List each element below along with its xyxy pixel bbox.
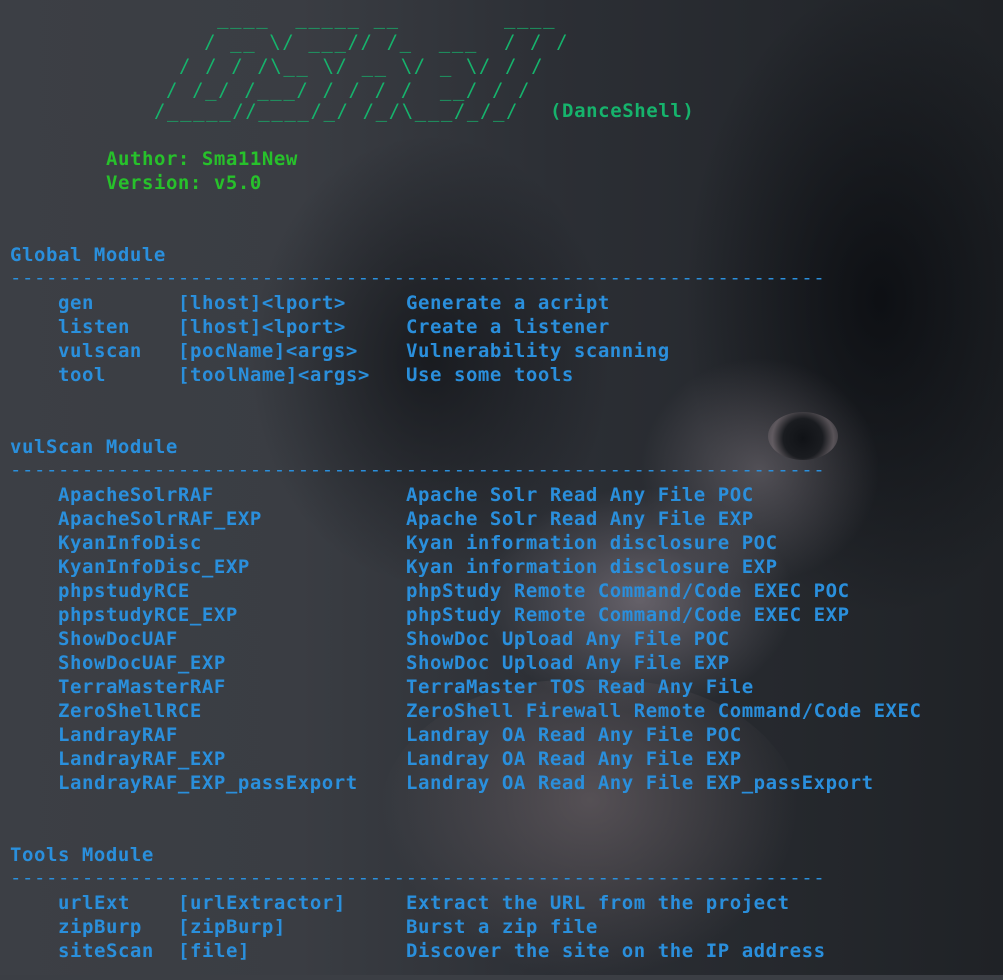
- global-args: [lhost]<lport>: [178, 316, 346, 338]
- tools-cmd: siteScan: [58, 940, 154, 962]
- vulscan-poc-desc: Landray OA Read Any File EXP_passExport: [406, 772, 874, 794]
- vulscan-poc-desc: phpStudy Remote Command/Code EXEC EXP: [406, 604, 850, 626]
- vulscan-poc-name: KyanInfoDisc_EXP: [58, 556, 250, 578]
- vulscan-module-title: vulScan Module: [10, 436, 178, 458]
- global-args: [pocName]<args>: [178, 340, 358, 362]
- global-module-separator: ----------------------------------------…: [10, 267, 826, 289]
- vulscan-poc-desc: TerraMaster TOS Read Any File: [406, 676, 754, 698]
- tools-cmd: zipBurp: [58, 916, 142, 938]
- vulscan-poc-name: TerraMasterRAF: [58, 676, 226, 698]
- tools-desc: Discover the site on the IP address: [406, 940, 826, 962]
- tools-args: [urlExtractor]: [178, 892, 346, 914]
- background-eye: [768, 412, 838, 460]
- global-args: [toolName]<args>: [178, 364, 370, 386]
- tools-desc: Burst a zip file: [406, 916, 598, 938]
- vulscan-poc-desc: ShowDoc Upload Any File POC: [406, 628, 730, 650]
- tools-cmd: urlExt: [58, 892, 130, 914]
- vulscan-poc-desc: phpStudy Remote Command/Code EXEC POC: [406, 580, 850, 602]
- vulscan-poc-desc: Apache Solr Read Any File POC: [406, 484, 754, 506]
- banner-line: / __ \/ ___// /_ ___ / / /: [178, 31, 570, 53]
- banner-line: /_____//____/_/ /_/\___/_/_/: [154, 100, 559, 122]
- vulscan-poc-name: ApacheSolrRAF_EXP: [58, 508, 262, 530]
- tools-module-title: Tools Module: [10, 844, 154, 866]
- vulscan-poc-desc: Kyan information disclosure EXP: [406, 556, 778, 578]
- global-desc: Use some tools: [406, 364, 574, 386]
- vulscan-poc-name: LandrayRAF: [58, 724, 178, 746]
- global-cmd: listen: [58, 316, 130, 338]
- global-cmd: gen: [58, 292, 94, 314]
- vulscan-poc-desc: Landray OA Read Any File POC: [406, 724, 742, 746]
- vulscan-poc-name: LandrayRAF_EXP_passExport: [58, 772, 358, 794]
- vulscan-poc-desc: ZeroShell Firewall Remote Command/Code E…: [406, 700, 922, 722]
- banner-line: / / / /\__ \/ __ \/ _ \/ / /: [166, 55, 558, 77]
- vulscan-poc-desc: ShowDoc Upload Any File EXP: [406, 652, 730, 674]
- vulscan-poc-desc: Kyan information disclosure POC: [406, 532, 778, 554]
- vulscan-poc-name: ZeroShellRCE: [58, 700, 202, 722]
- vulscan-poc-name: phpstudyRCE: [58, 580, 190, 602]
- vulscan-poc-name: LandrayRAF_EXP: [58, 748, 226, 770]
- global-desc: Generate a acript: [406, 292, 610, 314]
- vulscan-poc-name: KyanInfoDisc: [58, 532, 202, 554]
- version-line: Version: v5.0: [106, 172, 262, 194]
- global-cmd: tool: [58, 364, 106, 386]
- tools-args: [zipBurp]: [178, 916, 286, 938]
- vulscan-poc-name: ShowDocUAF_EXP: [58, 652, 226, 674]
- tools-desc: Extract the URL from the project: [406, 892, 790, 914]
- vulscan-poc-name: ShowDocUAF: [58, 628, 178, 650]
- vulscan-module-separator: ----------------------------------------…: [10, 459, 826, 481]
- global-desc: Vulnerability scanning: [406, 340, 670, 362]
- global-desc: Create a listener: [406, 316, 610, 338]
- tools-args: [file]: [178, 940, 250, 962]
- vulscan-poc-name: phpstudyRCE_EXP: [58, 604, 238, 626]
- vulscan-poc-desc: Landray OA Read Any File EXP: [406, 748, 742, 770]
- global-module-title: Global Module: [10, 244, 166, 266]
- global-args: [lhost]<lport>: [178, 292, 346, 314]
- vulscan-poc-name: ApacheSolrRAF: [58, 484, 214, 506]
- banner-subtitle: (DanceShell): [550, 100, 695, 122]
- global-cmd: vulscan: [58, 340, 142, 362]
- tools-module-separator: ----------------------------------------…: [10, 867, 826, 889]
- vulscan-poc-desc: Apache Solr Read Any File EXP: [406, 508, 754, 530]
- author-line: Author: Sma11New: [106, 148, 298, 170]
- banner-line: ____ _____ __ ____: [178, 7, 557, 29]
